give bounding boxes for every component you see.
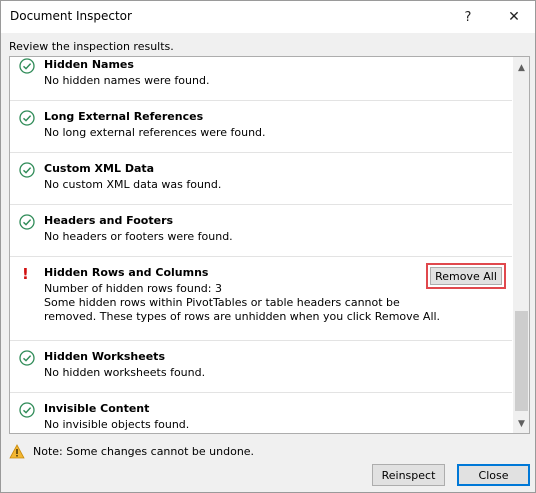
result-description: No headers or footers were found. [44, 230, 233, 243]
result-title: Custom XML Data [44, 162, 155, 175]
exclamation-icon: ! [22, 265, 29, 283]
check-circle-icon [19, 58, 35, 74]
note-row: Note: Some changes cannot be undone. [9, 442, 254, 460]
scrollbar-thumb[interactable] [515, 311, 528, 411]
result-long-external-references: Long External References No long externa… [10, 101, 512, 153]
remove-all-highlight: Remove All [426, 263, 506, 289]
result-title: Long External References [44, 110, 204, 123]
result-title: Invisible Content [44, 402, 150, 415]
result-description: No custom XML data was found. [44, 178, 222, 191]
result-description: Number of hidden rows found: 3 Some hidd… [44, 282, 441, 323]
results-panel: Hidden Names No hidden names were found.… [9, 56, 530, 434]
result-hidden-rows-columns: ! Hidden Rows and Columns Number of hidd… [10, 257, 512, 341]
check-circle-icon [19, 350, 35, 366]
result-custom-xml-data: Custom XML Data No custom XML data was f… [10, 153, 512, 205]
result-description: No invisible objects found. [44, 418, 190, 431]
title-bar: Document Inspector ? ✕ [1, 1, 535, 33]
result-hidden-worksheets: Hidden Worksheets No hidden worksheets f… [10, 341, 512, 393]
result-title: Headers and Footers [44, 214, 174, 227]
result-title: Hidden Names [44, 58, 134, 71]
result-description: No hidden names were found. [44, 74, 210, 87]
result-description: No hidden worksheets found. [44, 366, 206, 379]
results-scrollbar[interactable]: ▲ ▼ [513, 57, 529, 433]
results-list: Hidden Names No hidden names were found.… [10, 57, 512, 433]
remove-all-button[interactable]: Remove All [430, 267, 502, 285]
check-circle-icon [19, 214, 35, 230]
result-hidden-names: Hidden Names No hidden names were found. [10, 57, 512, 101]
result-invisible-content: Invisible Content No invisible objects f… [10, 393, 512, 433]
scroll-up-arrow-icon[interactable]: ▲ [513, 59, 529, 76]
result-title: Hidden Worksheets [44, 350, 165, 363]
check-circle-icon [19, 162, 35, 178]
close-button[interactable]: Close [457, 464, 530, 486]
result-description: No long external references were found. [44, 126, 266, 139]
reinspect-button[interactable]: Reinspect [372, 464, 445, 486]
result-headers-footers: Headers and Footers No headers or footer… [10, 205, 512, 257]
result-title: Hidden Rows and Columns [44, 266, 209, 279]
warning-triangle-icon [9, 443, 25, 458]
note-text: Note: Some changes cannot be undone. [33, 444, 255, 458]
check-circle-icon [19, 110, 35, 126]
check-circle-icon [19, 402, 35, 418]
dialog-title: Document Inspector [10, 9, 132, 23]
scroll-down-arrow-icon[interactable]: ▼ [513, 415, 529, 432]
instructions-text: Review the inspection results. [9, 40, 174, 53]
close-window-button[interactable]: ✕ [497, 1, 531, 33]
help-button[interactable]: ? [453, 1, 483, 33]
document-inspector-dialog: Document Inspector ? ✕ Review the inspec… [0, 0, 536, 493]
